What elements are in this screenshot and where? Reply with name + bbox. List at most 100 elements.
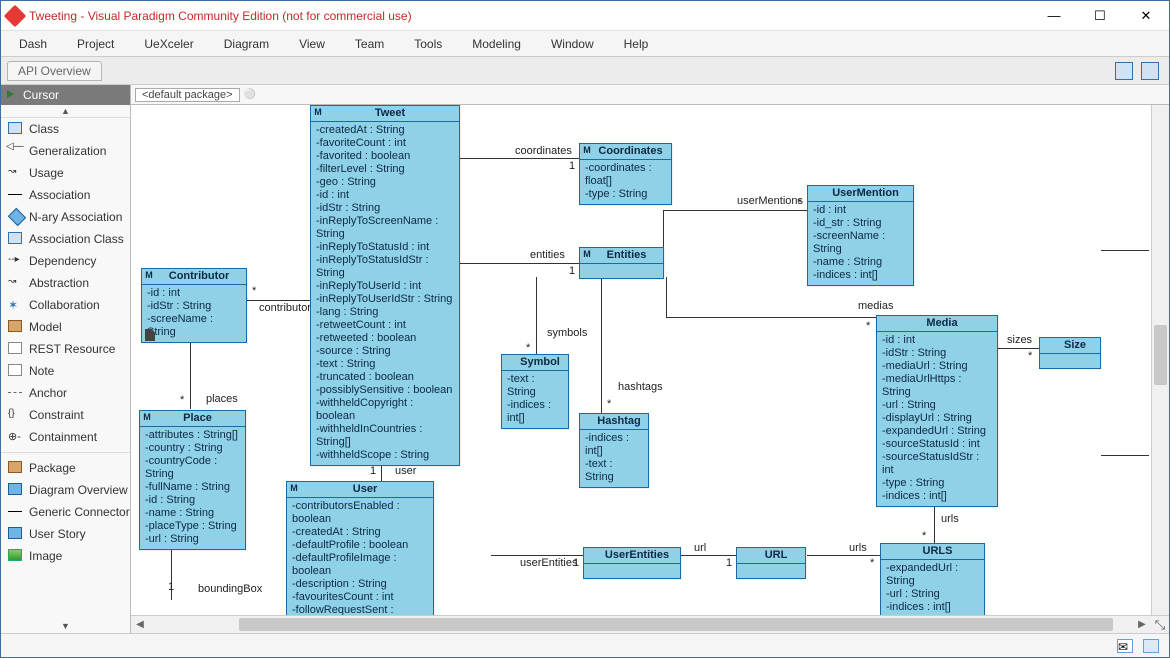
assoc-urls-a: urls [941, 513, 959, 525]
maximize-button[interactable]: ☐ [1077, 1, 1123, 31]
menu-uexceler[interactable]: UeXceler [144, 37, 193, 51]
assoc-urls-b: urls [849, 542, 867, 554]
note-status-icon[interactable] [1143, 639, 1159, 653]
assoc-userentities: userEntities [520, 557, 577, 569]
title-bar: Tweeting - Visual Paradigm Community Edi… [1, 1, 1169, 31]
toolbar: API Overview [1, 57, 1169, 85]
palette-dependency[interactable]: --▸Dependency [1, 250, 130, 272]
mult-star-f: * [922, 530, 926, 542]
menu-window[interactable]: Window [551, 37, 594, 51]
mult-star-i: * [180, 394, 184, 406]
menu-team[interactable]: Team [355, 37, 384, 51]
class-size[interactable]: Size [1039, 337, 1101, 369]
window-title: Tweeting - Visual Paradigm Community Edi… [29, 9, 1031, 23]
mult-star-h: * [870, 557, 874, 569]
layout-icon[interactable] [1115, 62, 1133, 80]
palette-containment[interactable]: ⊕-Containment [1, 426, 130, 448]
mult-1b: 1 [569, 265, 575, 277]
menu-modeling[interactable]: Modeling [472, 37, 521, 51]
class-user[interactable]: MUser contributorsEnabled : booleancreat… [286, 481, 434, 615]
assoc-usermentions: userMentions [737, 195, 803, 207]
tab-api-overview[interactable]: API Overview [7, 61, 102, 81]
assoc-url: url [694, 542, 706, 554]
close-button[interactable]: ✕ [1123, 1, 1169, 31]
menu-help[interactable]: Help [624, 37, 649, 51]
app-logo [4, 4, 27, 27]
palette-association[interactable]: Association [1, 184, 130, 206]
palette-collaboration[interactable]: ✶Collaboration [1, 294, 130, 316]
assoc-hashtags: hashtags [618, 381, 663, 393]
menu-view[interactable]: View [299, 37, 325, 51]
horizontal-scrollbar[interactable]: ◀ ▶ ⤡ [131, 615, 1169, 633]
class-hashtag[interactable]: Hashtag indices : int[]text : String [579, 413, 649, 488]
assoc-user: user [395, 465, 416, 477]
panel-icon[interactable] [1141, 62, 1159, 80]
class-urls[interactable]: URLS expandedUrl : Stringurl : Stringind… [880, 543, 985, 615]
palette-collapse-down[interactable]: ▼ [1, 619, 130, 633]
menu-bar: Dash Project UeXceler Diagram View Team … [1, 31, 1169, 57]
mult-star-g: * [252, 285, 256, 297]
menu-project[interactable]: Project [77, 37, 114, 51]
palette-rest[interactable]: REST Resource [1, 338, 130, 360]
palette: Cursor ▲ Class Generalization ↝Usage Ass… [1, 85, 131, 633]
palette-image[interactable]: Image [1, 545, 130, 567]
class-entities[interactable]: MEntities [579, 247, 664, 279]
assoc-places: places [206, 393, 238, 405]
assoc-contributors: contributors [259, 302, 316, 314]
class-tweet-attrs: createdAt : StringfavoriteCount : intfav… [311, 122, 459, 465]
menu-diagram[interactable]: Diagram [224, 37, 269, 51]
mult-1h: 1 [168, 581, 174, 593]
mult-star-a: * [797, 197, 801, 209]
assoc-coordinates: coordinates [515, 145, 572, 157]
class-place[interactable]: MPlace attributes : String[]country : St… [139, 410, 246, 550]
canvas-breadcrumb: <default package> ⚪ [131, 85, 1169, 105]
breadcrumb-package[interactable]: <default package> [135, 88, 240, 102]
class-coordinates[interactable]: MCoordinates coordinates : float[]type :… [579, 143, 672, 205]
palette-user-story[interactable]: User Story [1, 523, 130, 545]
assoc-boundingbox: boundingBox [198, 583, 262, 595]
status-bar: ✉ [1, 633, 1169, 657]
palette-nary[interactable]: N-ary Association [1, 206, 130, 228]
mult-1: 1 [569, 160, 575, 172]
mult-1g: 1 [370, 465, 376, 477]
resize-handle[interactable]: ⤡ [1151, 616, 1169, 633]
mult-star-b: * [866, 320, 870, 332]
mult-1e: 1 [573, 557, 579, 569]
mail-icon[interactable]: ✉ [1117, 639, 1133, 653]
palette-diagram-overview[interactable]: Diagram Overview [1, 479, 130, 501]
palette-generalization[interactable]: Generalization [1, 140, 130, 162]
assoc-symbols: symbols [547, 327, 587, 339]
palette-class[interactable]: Class [1, 118, 130, 140]
mult-star-e: * [607, 398, 611, 410]
palette-usage[interactable]: ↝Usage [1, 162, 130, 184]
mult-star-c: * [1028, 350, 1032, 362]
mult-1f: 1 [726, 557, 732, 569]
palette-model[interactable]: Model [1, 316, 130, 338]
mult-star-d: * [526, 342, 530, 354]
class-symbol[interactable]: Symbol text : Stringindices : int[] [501, 354, 569, 429]
vertical-scrollbar[interactable] [1151, 105, 1169, 615]
palette-abstraction[interactable]: ↝Abstraction [1, 272, 130, 294]
palette-constraint[interactable]: {}Constraint [1, 404, 130, 426]
diagram-canvas[interactable]: coordinates 1 entities 1 userMentions * … [131, 105, 1169, 615]
palette-generic-connector[interactable]: Generic Connector [1, 501, 130, 523]
menu-tools[interactable]: Tools [414, 37, 442, 51]
breadcrumb-search-icon[interactable]: ⚪ [244, 89, 256, 100]
palette-note[interactable]: Note [1, 360, 130, 382]
palette-collapse-up[interactable]: ▲ [1, 105, 130, 118]
assoc-medias: medias [858, 300, 893, 312]
class-contributor[interactable]: MContributor id : intidStr : Stringscree… [141, 268, 247, 343]
class-url[interactable]: URL [736, 547, 806, 579]
palette-assoc-class[interactable]: Association Class [1, 228, 130, 250]
assoc-entities: entities [530, 249, 565, 261]
class-usermention[interactable]: UserMention id : intid_str : Stringscree… [807, 185, 914, 286]
minimize-button[interactable]: — [1031, 1, 1077, 31]
assoc-sizes: sizes [1007, 334, 1032, 346]
palette-package[interactable]: Package [1, 457, 130, 479]
palette-cursor[interactable]: Cursor [1, 85, 130, 105]
class-tweet[interactable]: MTweet createdAt : StringfavoriteCount :… [310, 105, 460, 466]
menu-dash[interactable]: Dash [19, 37, 47, 51]
class-media[interactable]: Media id : intidStr : StringmediaUrl : S… [876, 315, 998, 507]
class-userentities[interactable]: UserEntities [583, 547, 681, 579]
palette-anchor[interactable]: Anchor [1, 382, 130, 404]
